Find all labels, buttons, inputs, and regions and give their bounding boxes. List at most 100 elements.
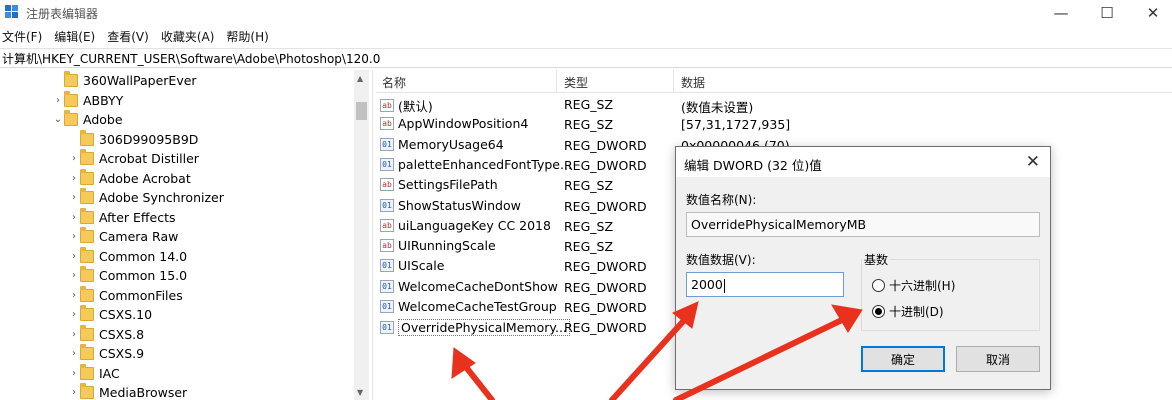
folder-icon [80, 266, 94, 283]
tree-item[interactable]: › ABBYY [52, 90, 124, 111]
tree-item-label: CSXS.10 [99, 307, 153, 323]
tree-item[interactable]: › Camera Raw [68, 227, 178, 247]
tree-item[interactable]: 360WallPaperEver [52, 71, 197, 91]
value-data: (数值未设置) [681, 100, 754, 115]
tree-item-label: CSXS.9 [99, 346, 145, 362]
value-type: REG_SZ [564, 239, 614, 255]
dialog-close-icon[interactable]: ✕ [1026, 152, 1040, 172]
value-data-label: 数值数据(V): [686, 253, 756, 267]
expand-arrow-icon[interactable]: › [68, 173, 80, 184]
tree-item[interactable]: › MediaBrowser [68, 383, 187, 400]
expand-arrow-icon[interactable]: › [68, 309, 80, 320]
tree-item[interactable]: › IAC [68, 363, 120, 384]
tree-item[interactable]: › CSXS.10 [68, 305, 152, 325]
value-type: REG_DWORD [564, 300, 647, 315]
column-data[interactable]: 数据 [681, 74, 705, 91]
tree-item[interactable]: › CommonFiles [68, 285, 183, 306]
value-type: REG_DWORD [564, 157, 647, 173]
radio-hex[interactable]: 十六进制(H) [872, 277, 955, 294]
value-name: OverridePhysicalMemory... [398, 319, 570, 337]
column-divider[interactable] [556, 70, 557, 93]
expand-arrow-icon[interactable]: › [68, 231, 80, 242]
value-type: REG_DWORD [564, 259, 647, 275]
scroll-up-icon[interactable]: ▲ [357, 74, 363, 83]
expand-arrow-icon[interactable]: › [68, 251, 80, 262]
tree-scrollbar[interactable]: ▲ ▼ [354, 70, 369, 400]
column-divider[interactable] [673, 70, 674, 93]
tree-item-label: ABBYY [83, 92, 124, 108]
column-type[interactable]: 类型 [564, 74, 588, 91]
expand-arrow-icon[interactable]: › [68, 192, 80, 203]
menu-edit[interactable]: 编辑(E) [54, 28, 101, 45]
expand-arrow-icon[interactable]: › [68, 387, 80, 398]
tree-item-label: CSXS.8 [99, 326, 145, 342]
radio-hex-label: 十六进制(H) [889, 279, 956, 293]
value-row[interactable]: ab AppWindowPosition4 REG_SZ [57,31,1727,… [380, 114, 1160, 134]
cancel-button[interactable]: 取消 [956, 346, 1040, 372]
expand-arrow-icon[interactable]: › [68, 348, 80, 359]
tree-item[interactable]: › Common 15.0 [68, 266, 187, 286]
maximize-button[interactable]: ☐ [1084, 0, 1130, 26]
dword-value-icon: 01 [380, 137, 394, 151]
string-value-icon: ab [380, 239, 394, 253]
value-name: UIScale [398, 258, 445, 274]
dword-value-icon: 01 [380, 321, 394, 335]
value-type: REG_DWORD [564, 198, 647, 214]
value-name-field[interactable]: OverridePhysicalMemoryMB [686, 212, 1040, 237]
tree-item[interactable]: › CSXS.8 [68, 324, 145, 345]
expand-arrow-icon[interactable]: › [52, 95, 64, 106]
scroll-thumb[interactable] [356, 102, 367, 120]
base-groupbox [861, 259, 1040, 331]
key-tree: 360WallPaperEver › ABBYY ⌄ Adobe 306D990… [0, 70, 370, 400]
dialog-title-bar: 编辑 DWORD (32 位)值 ✕ [676, 147, 1050, 177]
scroll-down-icon[interactable]: ▼ [357, 388, 363, 397]
tree-item-label: Camera Raw [99, 229, 179, 245]
column-name[interactable]: 名称 [382, 74, 406, 91]
tree-item-label: Acrobat Distiller [99, 151, 199, 167]
radio-unchecked-icon[interactable] [872, 279, 885, 292]
base-label: 基数 [862, 251, 891, 268]
tree-item-label: Adobe [83, 112, 123, 128]
tree-item-label: Adobe Synchronizer [99, 190, 224, 206]
tree-item-label: Common 15.0 [99, 268, 188, 284]
ok-button[interactable]: 确定 [861, 346, 945, 372]
value-data-input[interactable]: 2000 [686, 272, 844, 297]
expand-arrow-icon[interactable]: › [68, 329, 80, 340]
folder-icon [80, 324, 94, 341]
collapse-arrow-icon[interactable]: ⌄ [52, 114, 64, 125]
menu-file[interactable]: 文件(F) [2, 28, 48, 45]
expand-arrow-icon[interactable]: › [68, 368, 80, 379]
dword-value-icon: 01 [380, 157, 394, 171]
menu-favorites[interactable]: 收藏夹(A) [161, 28, 221, 45]
value-row[interactable]: ab (默认) REG_SZ (数值未设置) [380, 94, 1160, 115]
tree-item-label: 306D99095B9D [99, 131, 199, 147]
expand-arrow-icon[interactable]: › [68, 290, 80, 301]
tree-item[interactable]: 306D99095B9D [68, 129, 199, 150]
value-name: WelcomeCacheTestGroup [398, 299, 557, 314]
close-button[interactable]: ✕ [1130, 0, 1172, 26]
expand-arrow-icon[interactable]: › [68, 270, 80, 281]
radio-decimal[interactable]: 十进制(D) [872, 303, 944, 320]
tree-item[interactable]: › CSXS.9 [68, 344, 144, 364]
tree-item-label: 360WallPaperEver [83, 73, 197, 89]
tree-item-label: Common 14.0 [99, 248, 188, 264]
expand-arrow-icon[interactable]: › [68, 212, 80, 223]
window-title: 注册表编辑器 [26, 7, 99, 21]
value-name: WelcomeCacheDontShow [398, 278, 558, 294]
expand-arrow-icon[interactable]: › [68, 153, 80, 164]
menu-help[interactable]: 帮助(H) [226, 28, 274, 45]
tree-item[interactable]: › Common 14.0 [68, 246, 188, 267]
menu-view[interactable]: 查看(V) [107, 28, 155, 45]
folder-icon [64, 110, 78, 127]
tree-item[interactable]: › After Effects [68, 207, 175, 228]
string-value-icon: ab [380, 117, 394, 131]
address-bar[interactable]: 计算机\HKEY_CURRENT_USER\Software\Adobe\Pho… [0, 48, 1172, 68]
value-type: REG_DWORD [564, 279, 647, 295]
tree-item[interactable]: › Adobe Synchronizer [68, 188, 224, 208]
pane-splitter[interactable] [372, 70, 376, 400]
tree-item[interactable]: ⌄ Adobe [52, 110, 123, 130]
radio-checked-icon[interactable] [872, 305, 885, 318]
minimize-button[interactable]: — [1038, 0, 1084, 26]
tree-item[interactable]: › Adobe Acrobat [68, 168, 191, 189]
tree-item[interactable]: › Acrobat Distiller [68, 149, 199, 169]
